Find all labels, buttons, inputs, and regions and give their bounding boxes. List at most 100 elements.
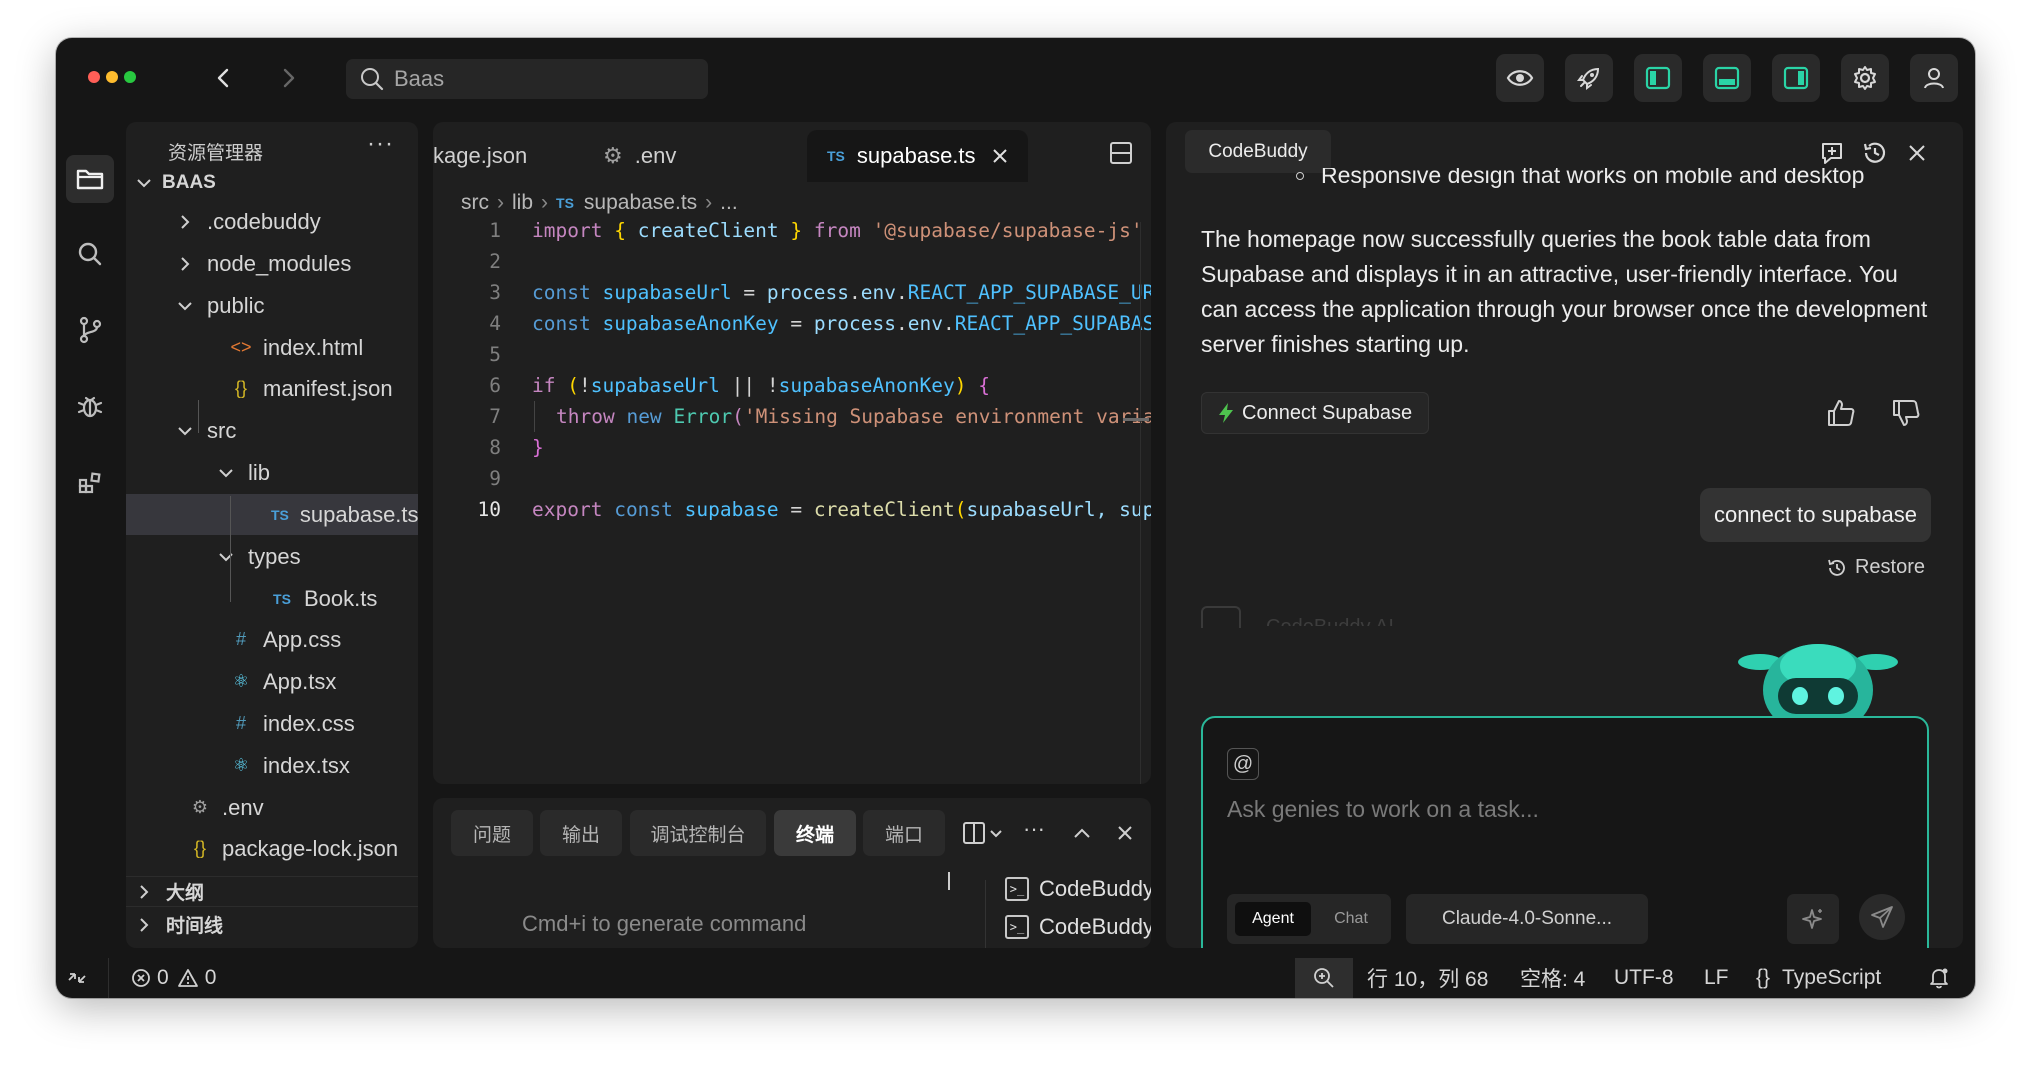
split-terminal-icon[interactable]	[963, 822, 985, 844]
connect-supabase-button[interactable]: Connect Supabase	[1201, 392, 1430, 434]
activity-extensions[interactable]	[66, 458, 114, 506]
tab-terminal[interactable]: 终端	[774, 810, 856, 856]
maximize-window-button[interactable]	[124, 71, 136, 83]
tab-output[interactable]: 输出	[540, 810, 622, 856]
back-button[interactable]	[208, 62, 238, 94]
cursor-position[interactable]: 行 10，列 68	[1367, 958, 1488, 998]
minimize-window-button[interactable]	[106, 71, 118, 83]
tree-folder[interactable]: lib	[126, 452, 418, 493]
tree-file[interactable]: ⚙ .env	[126, 787, 418, 828]
enhance-prompt-button[interactable]	[1787, 894, 1839, 944]
breadcrumb-more[interactable]: ...	[720, 191, 738, 215]
typescript-file-icon: TS	[273, 590, 291, 607]
history-icon[interactable]	[1862, 140, 1888, 166]
timeline-section[interactable]: 时间线	[126, 906, 418, 942]
settings-button[interactable]	[1841, 54, 1889, 102]
toggle-panel-button[interactable]	[1703, 54, 1751, 102]
tree-file[interactable]: {} manifest.json	[126, 368, 418, 409]
breadcrumb-src[interactable]: src	[461, 191, 489, 215]
encoding[interactable]: UTF-8	[1614, 958, 1674, 998]
close-icon[interactable]	[992, 148, 1008, 164]
close-icon[interactable]	[1908, 144, 1926, 162]
tab-problems[interactable]: 问题	[451, 810, 533, 856]
mention-button[interactable]: @	[1227, 748, 1259, 780]
tab-package-json[interactable]: kage.json	[433, 130, 527, 182]
tab-ports[interactable]: 端口	[863, 810, 945, 856]
thumbs-down-icon[interactable]	[1891, 398, 1921, 428]
tree-file[interactable]: <> index.html	[126, 327, 418, 368]
tree-root-baas[interactable]: BAAS	[126, 162, 418, 203]
tree-file[interactable]: TS Book.ts	[126, 578, 418, 619]
tree-folder[interactable]: public	[126, 285, 418, 326]
notifications-button[interactable]	[1929, 958, 1949, 998]
activity-source-control[interactable]	[66, 306, 114, 354]
vertical-scrollbar[interactable]	[1140, 222, 1151, 784]
tree-file[interactable]: {} package-lock.json	[126, 828, 418, 869]
send-button[interactable]	[1859, 894, 1905, 940]
tree-folder[interactable]: node_modules	[126, 243, 418, 284]
code-token: '@supabase/supabase-js'	[872, 219, 1143, 242]
tree-file[interactable]: # index.css	[126, 703, 418, 744]
code-line[interactable]: 4 const supabaseAnonKey = process.env.RE…	[433, 308, 1151, 339]
tree-file[interactable]: ⚛ App.tsx	[126, 661, 418, 702]
tree-file[interactable]: # App.css	[126, 619, 418, 660]
model-selector[interactable]: Claude-4.0-Sonne...	[1406, 894, 1648, 944]
deploy-button[interactable]	[1565, 54, 1613, 102]
code-line-current[interactable]: 10 export const supabase = createClient(…	[433, 494, 1151, 525]
code-line[interactable]: 5	[433, 339, 1151, 370]
tree-folder[interactable]: types	[126, 536, 418, 577]
explorer-more-button[interactable]: ···	[367, 130, 394, 158]
mode-agent-button[interactable]: Agent	[1235, 902, 1311, 936]
scrollbar-thumb[interactable]	[1123, 418, 1149, 421]
chat-input-field[interactable]: Ask genies to work on a task...	[1227, 796, 1539, 823]
end-of-line[interactable]: LF	[1704, 958, 1729, 998]
panel-more-button[interactable]: ···	[1023, 816, 1045, 842]
activity-explorer[interactable]	[66, 155, 114, 203]
mode-chat-button[interactable]: Chat	[1318, 902, 1384, 936]
activity-search[interactable]	[66, 230, 114, 278]
toggle-primary-sidebar-button[interactable]	[1634, 54, 1682, 102]
toggle-secondary-sidebar-button[interactable]	[1772, 54, 1820, 102]
code-line[interactable]: 6 if (!supabaseUrl || !supabaseAnonKey) …	[433, 370, 1151, 401]
code-line[interactable]: 3 const supabaseUrl = process.env.REACT_…	[433, 277, 1151, 308]
close-window-button[interactable]	[88, 71, 100, 83]
tree-file[interactable]: ⚛ index.tsx	[126, 745, 418, 786]
tab-debug-console[interactable]: 调试控制台	[630, 810, 766, 856]
terminal-instance-2[interactable]: >_ CodeBuddy	[1005, 914, 1151, 940]
command-search-input[interactable]: Baas	[346, 59, 708, 99]
split-editor-icon[interactable]	[1110, 142, 1132, 164]
account-button[interactable]	[1910, 54, 1958, 102]
chat-pane-tab[interactable]: CodeBuddy	[1185, 130, 1331, 173]
terminal-instance-1[interactable]: >_ CodeBuddy	[1005, 876, 1151, 902]
code-line[interactable]: 8 }	[433, 432, 1151, 463]
language-mode[interactable]: {} TypeScript	[1756, 958, 1881, 998]
activity-debug[interactable]	[66, 382, 114, 430]
code-line[interactable]: 9	[433, 463, 1151, 494]
chat-input-box[interactable]: @ Ask genies to work on a task... Agent …	[1201, 716, 1929, 948]
thumbs-up-icon[interactable]	[1826, 398, 1856, 428]
chevron-down-icon	[218, 549, 234, 565]
tab-supabase-ts[interactable]: TS supabase.ts	[807, 130, 1028, 182]
typescript-file-icon: TS	[556, 195, 574, 211]
preview-button[interactable]	[1496, 54, 1544, 102]
zoom-button[interactable]	[1295, 958, 1353, 998]
breadcrumb-file[interactable]: supabase.ts	[584, 191, 697, 215]
code-line[interactable]: 2	[433, 246, 1151, 277]
chevron-down-icon[interactable]	[989, 829, 1003, 839]
maximize-panel-icon[interactable]	[1073, 827, 1091, 839]
tree-folder[interactable]: src	[126, 410, 418, 451]
code-line[interactable]: 1 import { createClient } from '@supabas…	[433, 215, 1151, 246]
tab-env[interactable]: ⚙ .env	[603, 130, 676, 182]
tree-file[interactable]: TS supabase.ts	[126, 494, 418, 535]
forward-button[interactable]	[274, 62, 304, 94]
remote-button[interactable]	[66, 958, 88, 998]
problems-status[interactable]: 0 0	[131, 958, 216, 998]
breadcrumb-lib[interactable]: lib	[512, 191, 533, 215]
indentation[interactable]: 空格: 4	[1520, 958, 1585, 998]
close-icon[interactable]	[1117, 825, 1133, 841]
tree-folder[interactable]: .codebuddy	[126, 201, 418, 242]
restore-button[interactable]: Restore	[1827, 556, 1925, 579]
new-chat-icon[interactable]	[1819, 140, 1845, 166]
outline-section[interactable]: 大纲	[126, 876, 418, 906]
code-line[interactable]: 7 throw new Error('Missing Supabase envi…	[433, 401, 1151, 432]
